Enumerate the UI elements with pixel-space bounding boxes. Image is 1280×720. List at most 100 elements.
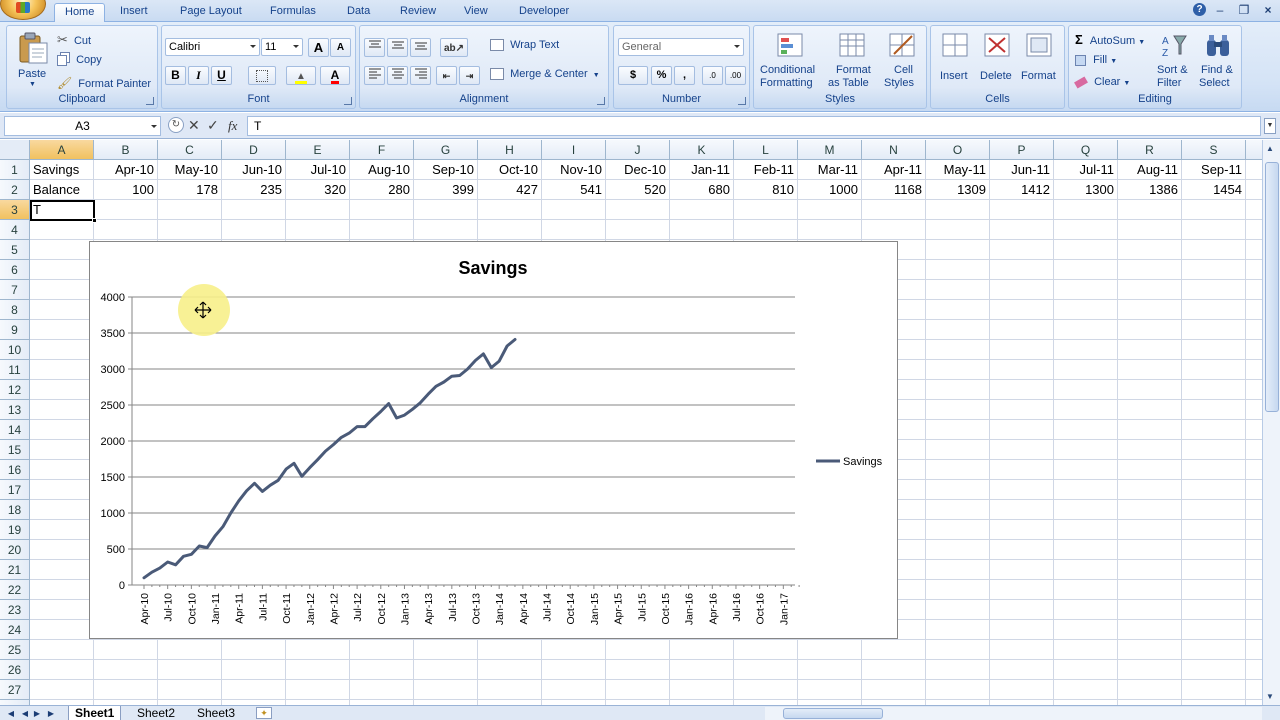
row-header-9[interactable]: 9 (0, 320, 30, 340)
cell-t13[interactable] (1246, 400, 1262, 420)
column-header-h[interactable]: H (478, 140, 542, 160)
cell-h26[interactable] (478, 660, 542, 680)
cell-s13[interactable] (1182, 400, 1246, 420)
cell-f2[interactable]: 280 (350, 180, 414, 200)
cell-p14[interactable] (990, 420, 1054, 440)
cell-a14[interactable] (30, 420, 94, 440)
cell-q11[interactable] (1054, 360, 1118, 380)
cell-n3[interactable] (862, 200, 926, 220)
cell-s26[interactable] (1182, 660, 1246, 680)
chevron-down-icon[interactable] (151, 125, 157, 128)
cell-r17[interactable] (1118, 480, 1182, 500)
autosum-button[interactable]: Σ AutoSum ▼ (1075, 32, 1145, 47)
name-box[interactable]: A3 (4, 116, 161, 136)
bottom-align-button[interactable] (410, 38, 431, 57)
column-header-a[interactable]: A (30, 140, 94, 160)
cell-o8[interactable] (926, 300, 990, 320)
decrease-indent-button[interactable]: ⇤ (436, 66, 457, 85)
orientation-button[interactable]: ab↗ (440, 38, 468, 57)
cell-s15[interactable] (1182, 440, 1246, 460)
cell-o13[interactable] (926, 400, 990, 420)
cell-a17[interactable] (30, 480, 94, 500)
cell-r14[interactable] (1118, 420, 1182, 440)
cell-k2[interactable]: 680 (670, 180, 734, 200)
cell-r18[interactable] (1118, 500, 1182, 520)
row-header-10[interactable]: 10 (0, 340, 30, 360)
cell-t6[interactable] (1246, 260, 1262, 280)
select-all-corner[interactable] (0, 140, 30, 160)
cell-o5[interactable] (926, 240, 990, 260)
bold-button[interactable]: B (165, 66, 186, 85)
cell-c3[interactable] (158, 200, 222, 220)
cell-q7[interactable] (1054, 280, 1118, 300)
next-sheet-icon[interactable]: ▶ (32, 708, 42, 719)
cell-s19[interactable] (1182, 520, 1246, 540)
cell-e25[interactable] (286, 640, 350, 660)
tab-view[interactable]: View (454, 3, 498, 22)
cell-o21[interactable] (926, 560, 990, 580)
cell-o9[interactable] (926, 320, 990, 340)
cell-q14[interactable] (1054, 420, 1118, 440)
row-header-27[interactable]: 27 (0, 680, 30, 700)
cell-q2[interactable]: 1300 (1054, 180, 1118, 200)
cell-t24[interactable] (1246, 620, 1262, 640)
row-header-24[interactable]: 24 (0, 620, 30, 640)
cell-d25[interactable] (222, 640, 286, 660)
cell-q17[interactable] (1054, 480, 1118, 500)
tab-developer[interactable]: Developer (509, 3, 579, 22)
cell-i2[interactable]: 541 (542, 180, 606, 200)
cell-p2[interactable]: 1412 (990, 180, 1054, 200)
wrap-text-button[interactable]: Wrap Text (490, 39, 559, 52)
cell-s11[interactable] (1182, 360, 1246, 380)
cell-o15[interactable] (926, 440, 990, 460)
cell-s24[interactable] (1182, 620, 1246, 640)
row-header-23[interactable]: 23 (0, 600, 30, 620)
cell-e4[interactable] (286, 220, 350, 240)
borders-button[interactable] (248, 66, 276, 85)
cell-j2[interactable]: 520 (606, 180, 670, 200)
cell-o25[interactable] (926, 640, 990, 660)
cell-l2[interactable]: 810 (734, 180, 798, 200)
cell-p23[interactable] (990, 600, 1054, 620)
cell-n25[interactable] (862, 640, 926, 660)
cell-m27[interactable] (798, 680, 862, 700)
tab-page-layout[interactable]: Page Layout (170, 3, 252, 22)
cell-b3[interactable] (94, 200, 158, 220)
row-header-17[interactable]: 17 (0, 480, 30, 500)
sheet-tab-sheet1[interactable]: Sheet1 (68, 706, 122, 720)
cell-d2[interactable]: 235 (222, 180, 286, 200)
align-right-button[interactable] (410, 66, 431, 85)
cell-o10[interactable] (926, 340, 990, 360)
cell-p19[interactable] (990, 520, 1054, 540)
cell-p9[interactable] (990, 320, 1054, 340)
cell-s3[interactable] (1182, 200, 1246, 220)
cell-t27[interactable] (1246, 680, 1262, 700)
format-cells-button[interactable]: Format (1019, 30, 1063, 92)
cell-o24[interactable] (926, 620, 990, 640)
cell-a15[interactable] (30, 440, 94, 460)
cell-g27[interactable] (414, 680, 478, 700)
row-header-6[interactable]: 6 (0, 260, 30, 280)
cell-e27[interactable] (286, 680, 350, 700)
cell-q9[interactable] (1054, 320, 1118, 340)
cell-p11[interactable] (990, 360, 1054, 380)
tab-data[interactable]: Data (337, 3, 380, 22)
last-sheet-icon[interactable]: ▶ (46, 708, 56, 719)
cell-h2[interactable]: 427 (478, 180, 542, 200)
vertical-scroll-thumb[interactable] (1265, 162, 1279, 412)
cell-a2[interactable]: Balance (30, 180, 94, 200)
row-header-13[interactable]: 13 (0, 400, 30, 420)
cell-q22[interactable] (1054, 580, 1118, 600)
cell-r27[interactable] (1118, 680, 1182, 700)
row-header-14[interactable]: 14 (0, 420, 30, 440)
cell-r9[interactable] (1118, 320, 1182, 340)
cell-b4[interactable] (94, 220, 158, 240)
cell-j3[interactable] (606, 200, 670, 220)
cell-m1[interactable]: Mar-11 (798, 160, 862, 180)
cell-r6[interactable] (1118, 260, 1182, 280)
cell-p6[interactable] (990, 260, 1054, 280)
cell-q20[interactable] (1054, 540, 1118, 560)
cell-j26[interactable] (606, 660, 670, 680)
horizontal-scroll-thumb[interactable] (783, 708, 883, 719)
cell-b27[interactable] (94, 680, 158, 700)
